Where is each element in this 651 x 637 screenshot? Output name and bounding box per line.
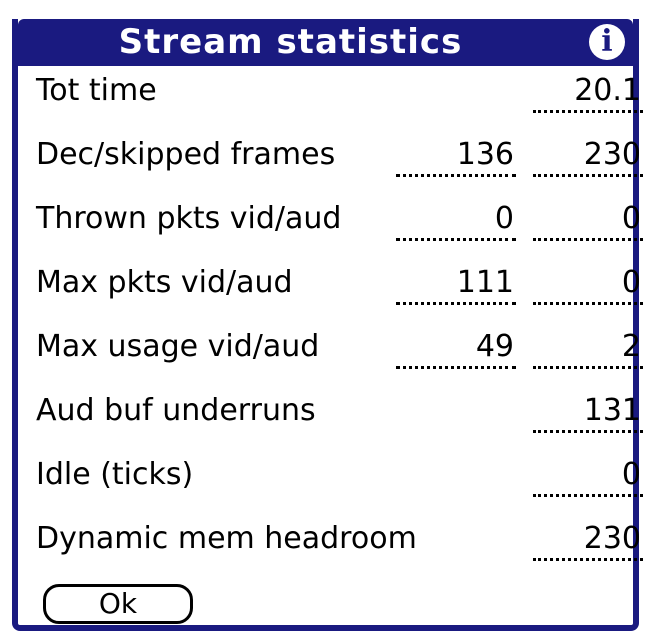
- stat-row-tot-time: Tot time 20.1: [18, 69, 643, 119]
- stat-label: Dynamic mem headroom: [36, 521, 417, 556]
- stat-row-thrown-pkts: Thrown pkts vid/aud 0 0: [18, 197, 643, 247]
- stat-label: Tot time: [36, 73, 157, 108]
- dialog-title-bar: Stream statistics i: [18, 19, 633, 66]
- stat-label: Idle (ticks): [36, 457, 194, 492]
- stat-row-aud-buf-underruns: Aud buf underruns 131: [18, 389, 643, 439]
- dialog-title: Stream statistics: [118, 22, 463, 62]
- stat-label: Max pkts vid/aud: [36, 265, 293, 300]
- stat-row-max-pkts: Max pkts vid/aud 111 0: [18, 261, 643, 311]
- stat-label: Thrown pkts vid/aud: [36, 201, 342, 236]
- stat-value-1: 49: [396, 329, 516, 369]
- stat-value-2: 2: [533, 329, 643, 369]
- stat-row-dynamic-mem-headroom: Dynamic mem headroom 230: [18, 517, 643, 567]
- stat-value-1: 136: [396, 137, 516, 177]
- stat-label: Aud buf underruns: [36, 393, 316, 428]
- stat-value-2: 230: [533, 137, 643, 177]
- stat-value: 0: [533, 457, 643, 497]
- stat-value: 131: [533, 393, 643, 433]
- stat-label: Dec/skipped frames: [36, 137, 336, 172]
- stat-value-2: 0: [533, 265, 643, 305]
- stream-statistics-dialog: Stream statistics i Tot time 20.1 Dec/sk…: [12, 19, 643, 631]
- stat-value-1: 0: [396, 201, 516, 241]
- stat-value: 230: [533, 521, 643, 561]
- stat-label: Max usage vid/aud: [36, 329, 320, 364]
- stat-value-1: 111: [396, 265, 516, 305]
- ok-button[interactable]: Ok: [43, 584, 193, 624]
- stat-value-2: 0: [533, 201, 643, 241]
- stat-row-max-usage: Max usage vid/aud 49 2: [18, 325, 643, 375]
- stat-row-idle-ticks: Idle (ticks) 0: [18, 453, 643, 503]
- stat-value: 20.1: [533, 73, 643, 113]
- stat-row-dec-skipped-frames: Dec/skipped frames 136 230: [18, 133, 643, 183]
- info-icon[interactable]: i: [589, 24, 625, 60]
